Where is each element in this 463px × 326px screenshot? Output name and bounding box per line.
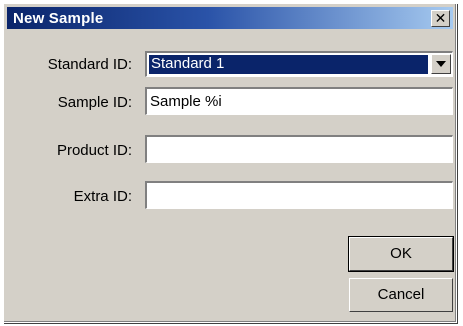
sample-id-label: Sample ID:	[57, 94, 132, 111]
new-sample-dialog: New Sample ✕ Standard ID: Standard 1 Sam…	[3, 3, 457, 323]
product-id-field[interactable]	[145, 135, 453, 163]
close-button[interactable]: ✕	[431, 10, 450, 27]
close-icon: ✕	[434, 10, 447, 26]
dropdown-button[interactable]	[431, 54, 451, 74]
title-bar[interactable]: New Sample ✕	[7, 7, 453, 29]
standard-id-select[interactable]: Standard 1	[145, 51, 453, 77]
ok-button-label: OK	[390, 245, 412, 262]
chevron-down-icon	[436, 61, 446, 67]
standard-id-selected-value: Standard 1	[149, 55, 428, 74]
extra-id-field[interactable]	[145, 181, 453, 209]
extra-id-label: Extra ID:	[73, 188, 132, 205]
product-id-label: Product ID:	[56, 142, 132, 159]
cancel-button[interactable]: Cancel	[349, 278, 453, 312]
cancel-button-label: Cancel	[377, 286, 425, 303]
sample-id-field[interactable]	[145, 87, 453, 115]
standard-id-label: Standard ID:	[47, 56, 132, 73]
ok-button[interactable]: OK	[348, 236, 454, 272]
window-title: New Sample	[13, 10, 104, 27]
